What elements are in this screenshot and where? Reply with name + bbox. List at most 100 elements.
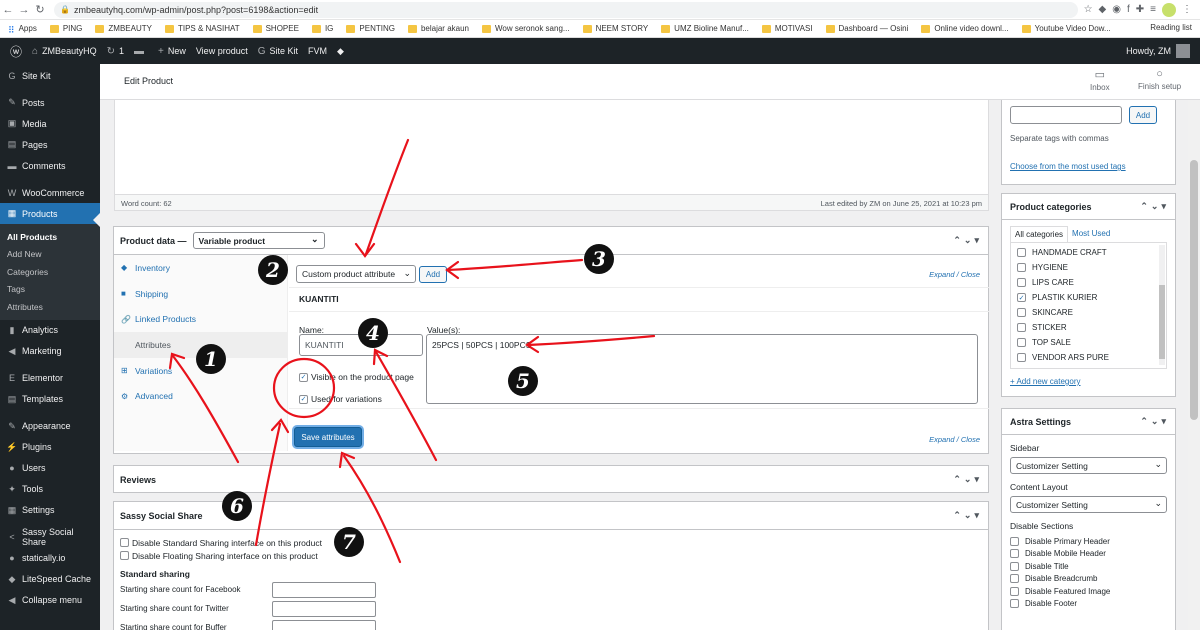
profile-avatar[interactable] <box>1162 2 1176 17</box>
menu-icon[interactable]: ⋮ <box>1182 4 1192 15</box>
category-item[interactable]: STICKER <box>1017 320 1160 335</box>
category-item[interactable]: HYGIENE <box>1017 260 1160 275</box>
sidebar-item-products[interactable]: ▦ Products <box>0 203 100 224</box>
astra-header[interactable]: Astra Settings ⌃⌄▾ <box>1002 409 1175 435</box>
add-tag-button[interactable]: Add <box>1129 106 1157 124</box>
category-item[interactable]: VENDOR ARS PURE <box>1017 350 1160 365</box>
bookmark-item[interactable]: PENTING <box>346 24 395 33</box>
sidebar-item-analytics[interactable]: ▮ Analytics <box>0 320 100 341</box>
category-item[interactable]: HANDMADE CRAFT <box>1017 245 1160 260</box>
expand-close-link-bottom[interactable]: Expand / Close <box>929 435 980 444</box>
checkbox-unchecked[interactable] <box>1010 561 1019 571</box>
reload-icon[interactable]: ↻ <box>32 3 48 16</box>
sidebar-item-marketing[interactable]: ◀ Marketing <box>0 341 100 362</box>
category-scrollbar[interactable] <box>1159 245 1165 365</box>
panel-controls[interactable]: ⌃⌄▾ <box>953 474 982 485</box>
expand-close-link[interactable]: Expand / Close <box>929 270 980 279</box>
sidebar-item-pages[interactable]: ▤ Pages <box>0 134 100 155</box>
reviews-header[interactable]: Reviews ⌃⌄▾ <box>114 466 988 494</box>
panel-controls[interactable]: ⌃⌄▾ <box>1140 201 1169 212</box>
submenu-item[interactable]: Attributes <box>0 298 100 316</box>
account-menu[interactable]: Howdy, ZM <box>1126 44 1190 58</box>
save-attributes-button[interactable]: Save attributes <box>294 427 362 447</box>
share-count-input[interactable] <box>272 600 376 617</box>
scrollbar-thumb[interactable] <box>1190 160 1198 420</box>
tag-input[interactable] <box>1010 106 1122 124</box>
sidebar-item-posts[interactable]: ✎ Posts <box>0 92 100 113</box>
site-name-link[interactable]: ⌂ ZMBeautyHQ <box>32 46 97 57</box>
sidebar-item-comments[interactable]: ▬ Comments <box>0 155 100 176</box>
variations-checkbox-row[interactable]: ✓ Used for variations <box>299 394 382 404</box>
checkbox-unchecked[interactable] <box>120 551 129 560</box>
bookmark-item[interactable]: IG <box>311 24 333 33</box>
puzzle-icon[interactable]: ✚ <box>1136 4 1144 15</box>
inbox-button[interactable]: ▭ Inbox <box>1090 68 1110 92</box>
sidebar-item-litespeed-cache[interactable]: ◆ LiteSpeed Cache <box>0 569 100 590</box>
disable-section-row[interactable]: Disable Footer <box>1010 598 1167 611</box>
checkbox-unchecked[interactable] <box>1017 338 1026 347</box>
extension-icon[interactable]: ◉ <box>1112 4 1121 15</box>
sidebar-item-plugins[interactable]: ⚡ Plugins <box>0 437 100 458</box>
category-item[interactable]: SKINCARE <box>1017 305 1160 320</box>
categories-header[interactable]: Product categories ⌃⌄▾ <box>1002 194 1175 220</box>
bookmark-item[interactable]: TIPS & NASIHAT <box>164 24 240 33</box>
bookmark-item[interactable]: MOTIVASI <box>761 24 813 33</box>
checkbox-unchecked[interactable] <box>1010 586 1019 596</box>
checkbox-unchecked[interactable] <box>1010 574 1019 584</box>
checkbox-checked[interactable]: ✓ <box>1017 293 1026 302</box>
checkbox-checked[interactable]: ✓ <box>299 372 308 382</box>
sidebar-item-templates[interactable]: ▤ Templates <box>0 389 100 410</box>
page-scrollbar[interactable] <box>1188 100 1200 630</box>
checkbox-unchecked[interactable] <box>1010 549 1019 559</box>
checkbox-unchecked[interactable] <box>1017 278 1026 287</box>
sidebar-item-settings[interactable]: ▦ Settings <box>0 500 100 521</box>
disable-section-row[interactable]: Disable Mobile Header <box>1010 548 1167 561</box>
disable-section-row[interactable]: Disable Featured Image <box>1010 585 1167 598</box>
checkbox-unchecked[interactable] <box>1017 263 1026 272</box>
bookmark-item[interactable]: PING <box>49 24 82 33</box>
add-attribute-button[interactable]: Add <box>419 265 447 283</box>
reading-list-link[interactable]: Reading list <box>1150 23 1192 32</box>
bookmark-item[interactable]: Wow seronok sang... <box>482 24 570 33</box>
playlist-icon[interactable]: ≡ <box>1150 4 1156 15</box>
attribute-title[interactable]: KUANTITI <box>299 294 339 304</box>
panel-controls[interactable]: ⌃⌄▾ <box>1140 416 1169 427</box>
bookmark-item[interactable]: SHOPEE <box>252 24 299 33</box>
checkbox-unchecked[interactable] <box>120 538 129 547</box>
checkbox-unchecked[interactable] <box>1010 599 1019 609</box>
product-type-select[interactable]: Variable product ⌄ <box>192 232 325 249</box>
back-icon[interactable]: ← <box>0 4 16 16</box>
bookmark-item[interactable]: Dashboard — Osini <box>825 24 908 33</box>
finish-setup-button[interactable]: ○ Finish setup <box>1138 68 1181 91</box>
attribute-values-textarea[interactable]: 25PCS | 50PCS | 100PCS <box>426 334 978 404</box>
checkbox-checked[interactable]: ✓ <box>299 394 308 404</box>
tab-linked-products[interactable]: 🔗 Linked Products <box>114 306 287 332</box>
disable-section-row[interactable]: Disable Breadcrumb <box>1010 573 1167 586</box>
submenu-item[interactable]: Categories <box>0 263 100 281</box>
tab-shipping[interactable]: ■ Shipping <box>114 281 287 307</box>
disable-standard-row[interactable]: Disable Standard Sharing interface on th… <box>120 536 982 549</box>
submenu-item[interactable]: All Products <box>0 228 100 246</box>
comments-link[interactable]: ▬ <box>134 46 148 57</box>
new-link[interactable]: + New <box>158 46 186 57</box>
forward-icon[interactable]: → <box>16 4 32 16</box>
sidebar-item-site-kit[interactable]: G Site Kit <box>0 65 100 86</box>
site-kit-link[interactable]: G Site Kit <box>258 46 298 57</box>
sidebar-select[interactable]: Customizer Setting ⌄ <box>1010 457 1167 474</box>
checkbox-unchecked[interactable] <box>1017 248 1026 257</box>
sidebar-item-collapse-menu[interactable]: ◀ Collapse menu <box>0 590 100 611</box>
sidebar-item-media[interactable]: ▣ Media <box>0 113 100 134</box>
checkbox-unchecked[interactable] <box>1010 536 1019 546</box>
wordpress-logo-icon[interactable]: ⓦ <box>10 43 22 60</box>
sidebar-item-sassy-social-share[interactable]: < Sassy Social Share <box>0 527 100 548</box>
tab-most-used[interactable]: Most Used <box>1068 226 1114 242</box>
sidebar-item-users[interactable]: ● Users <box>0 458 100 479</box>
sidebar-item-tools[interactable]: ✦ Tools <box>0 479 100 500</box>
choose-tags-link[interactable]: Choose from the most used tags <box>1010 162 1126 171</box>
checkbox-unchecked[interactable] <box>1017 308 1026 317</box>
bookmark-item[interactable]: ZMBEAUTY <box>95 24 152 33</box>
checkbox-unchecked[interactable] <box>1017 323 1026 332</box>
disable-section-row[interactable]: Disable Title <box>1010 560 1167 573</box>
diamond-icon[interactable]: ◆ <box>337 46 344 57</box>
attribute-type-select[interactable]: Custom product attribute ⌄ <box>296 265 416 283</box>
